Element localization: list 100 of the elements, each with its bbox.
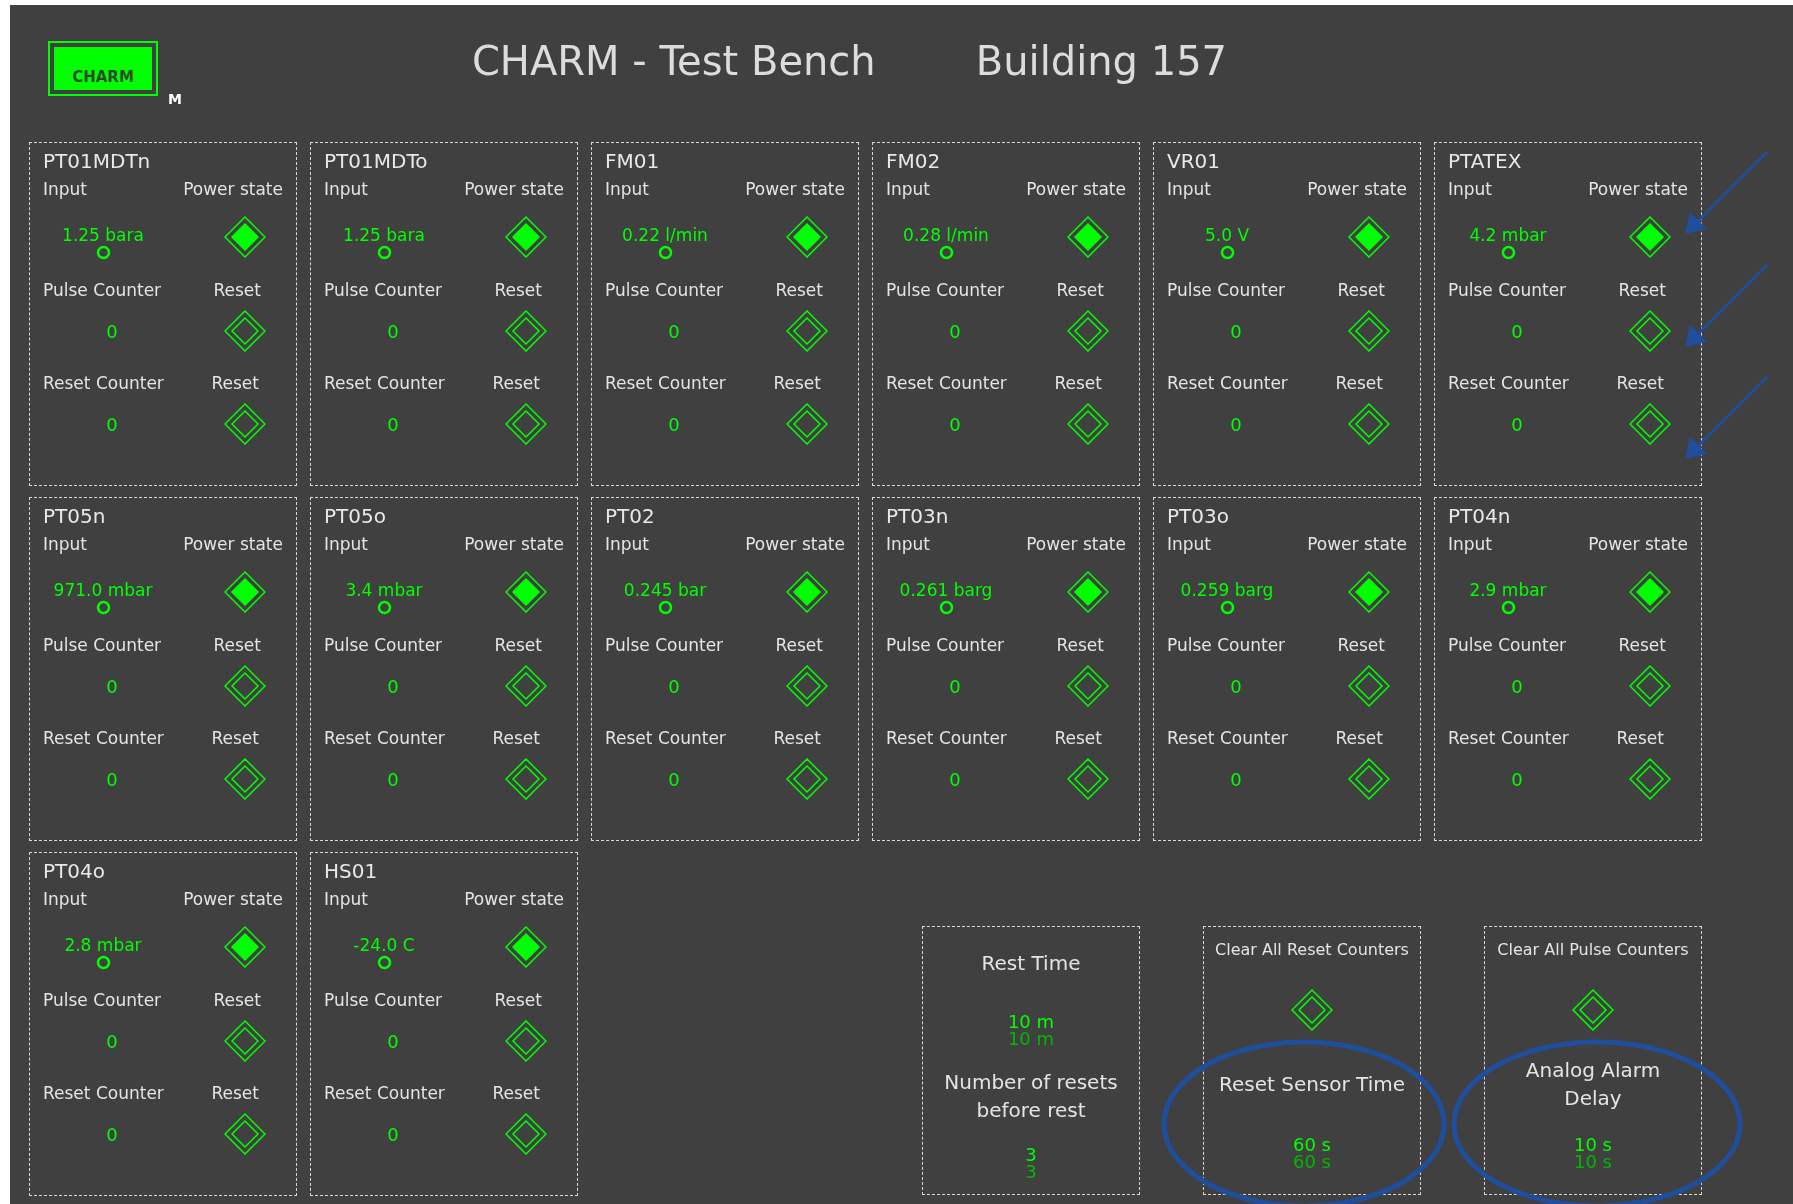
reset-label: Reset	[1056, 637, 1104, 654]
setting-label: Analog Alarm Delay	[1524, 1057, 1662, 1112]
pulse-counter-label: Pulse Counter	[886, 282, 1005, 299]
reset-pulse-button[interactable]	[224, 310, 266, 352]
reset-label: Reset	[1335, 375, 1383, 392]
reset-count: 0	[1510, 412, 1524, 437]
ring-icon	[376, 244, 392, 260]
panel-caption: Clear All Reset Counters	[1215, 939, 1409, 961]
reset-pulse-button[interactable]	[1629, 310, 1671, 352]
sensor-name: PT03o	[1167, 504, 1229, 528]
reset-label: Reset	[1337, 637, 1385, 654]
setpoint-value[interactable]: 60 s	[1293, 1136, 1331, 1153]
input-value: 5.0 V	[1204, 224, 1250, 245]
power-state-label: Power state	[1307, 536, 1407, 553]
sensor-name: PT04o	[43, 859, 105, 883]
reset-counter-button[interactable]	[1348, 758, 1390, 800]
pulse-counter-label: Pulse Counter	[43, 992, 162, 1009]
input-label: Input	[324, 181, 369, 198]
input-value: 971.0 mbar	[53, 579, 153, 600]
reset-label: Reset	[1616, 730, 1664, 747]
reset-counter-button[interactable]	[1348, 403, 1390, 445]
setpoint-value[interactable]: 3	[1025, 1146, 1037, 1164]
ring-icon	[95, 599, 111, 615]
reset-label: Reset	[775, 637, 823, 654]
reset-counter-button[interactable]	[786, 758, 828, 800]
reset-pulse-button[interactable]	[1629, 665, 1671, 707]
reset-count: 0	[105, 412, 119, 437]
reset-pulse-button[interactable]	[786, 665, 828, 707]
reset-pulse-button[interactable]	[1067, 310, 1109, 352]
reset-count: 0	[105, 1122, 119, 1147]
reset-label: Reset	[1616, 375, 1664, 392]
power-state-label: Power state	[464, 181, 564, 198]
power-state-label: Power state	[183, 181, 283, 198]
power-state-label: Power state	[1026, 536, 1126, 553]
reset-counter-button[interactable]	[1067, 758, 1109, 800]
reset-counter-button[interactable]	[505, 1113, 547, 1155]
pulse-counter-label: Pulse Counter	[605, 637, 724, 654]
reset-counter-label: Reset Counter	[886, 375, 1007, 392]
input-value: 2.9 mbar	[1469, 579, 1547, 600]
reset-pulse-button[interactable]	[1348, 310, 1390, 352]
pulse-count: 0	[386, 319, 400, 344]
reset-label: Reset	[1618, 637, 1666, 654]
mode-mark: M	[168, 90, 182, 109]
input-value: 3.4 mbar	[345, 579, 423, 600]
reset-counter-button[interactable]	[786, 403, 828, 445]
logo-text: CHARM	[54, 47, 152, 90]
reset-label: Reset	[1335, 730, 1383, 747]
input-label: Input	[43, 181, 88, 198]
reset-pulse-button[interactable]	[224, 665, 266, 707]
ring-icon	[1500, 244, 1516, 260]
reset-label: Reset	[494, 992, 542, 1009]
reset-label: Reset	[494, 637, 542, 654]
reset-counter-label: Reset Counter	[1167, 375, 1288, 392]
sensor-name: FM01	[605, 149, 660, 173]
reset-counter-button[interactable]	[1629, 403, 1671, 445]
input-value: 1.25 bara	[343, 224, 425, 245]
reset-label: Reset	[211, 375, 259, 392]
power-state-label: Power state	[1026, 181, 1126, 198]
power-state-label: Power state	[745, 536, 845, 553]
reset-counter-button[interactable]	[1067, 403, 1109, 445]
reset-counter-label: Reset Counter	[1167, 730, 1288, 747]
setpoint-value[interactable]: 10 m	[1007, 1012, 1055, 1030]
reset-counter-button[interactable]	[505, 403, 547, 445]
reset-counter-button[interactable]	[224, 403, 266, 445]
sensor-name: PTATEX	[1448, 149, 1522, 173]
reset-pulse-button[interactable]	[1067, 665, 1109, 707]
reset-label: Reset	[494, 282, 542, 299]
reset-label: Reset	[213, 282, 261, 299]
input-value: 0.28 l/min	[903, 224, 989, 245]
setpoint-readback: 60 s	[1293, 1153, 1331, 1170]
reset-counter-button[interactable]	[224, 758, 266, 800]
input-label: Input	[1448, 181, 1493, 198]
reset-counter-button[interactable]	[224, 1113, 266, 1155]
reset-counter-label: Reset Counter	[1448, 730, 1569, 747]
reset-pulse-button[interactable]	[505, 1020, 547, 1062]
pulse-counter-label: Pulse Counter	[886, 637, 1005, 654]
reset-pulse-button[interactable]	[505, 665, 547, 707]
setpoint-readback: 3	[1025, 1163, 1037, 1181]
reset-pulse-button[interactable]	[786, 310, 828, 352]
reset-count: 0	[1229, 412, 1243, 437]
ring-icon	[938, 244, 954, 260]
reset-label: Reset	[492, 375, 540, 392]
pulse-count: 0	[1510, 319, 1524, 344]
reset-pulse-button[interactable]	[1348, 665, 1390, 707]
clear-button[interactable]	[1572, 989, 1614, 1031]
reset-count: 0	[386, 1122, 400, 1147]
pulse-count: 0	[386, 1029, 400, 1054]
setpoint-value[interactable]: 10 s	[1574, 1136, 1612, 1153]
pulse-counter-label: Pulse Counter	[324, 282, 443, 299]
setting-label: Rest Time	[981, 949, 1081, 977]
reset-counter-button[interactable]	[505, 758, 547, 800]
reset-pulse-button[interactable]	[224, 1020, 266, 1062]
reset-counter-button[interactable]	[1629, 758, 1671, 800]
reset-count: 0	[667, 767, 681, 792]
reset-label: Reset	[1618, 282, 1666, 299]
ring-icon	[938, 599, 954, 615]
reset-label: Reset	[213, 992, 261, 1009]
reset-pulse-button[interactable]	[505, 310, 547, 352]
reset-counter-label: Reset Counter	[324, 375, 445, 392]
clear-button[interactable]	[1291, 989, 1333, 1031]
